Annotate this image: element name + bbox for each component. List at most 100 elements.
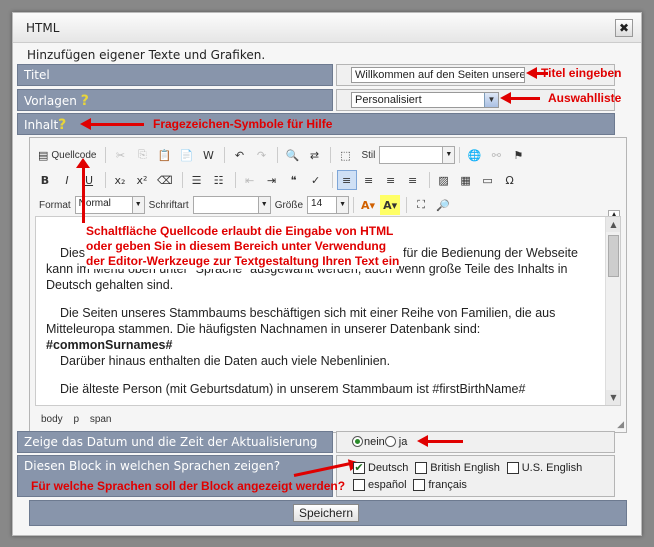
label-nein: nein <box>364 435 385 448</box>
chevron-down-icon: ▼ <box>336 197 349 213</box>
close-button[interactable]: ✖ <box>615 19 633 37</box>
radio-ja[interactable] <box>384 436 396 447</box>
help-icon[interactable]: ? <box>58 117 66 133</box>
dialog-titlebar: HTML ✖ <box>13 13 641 43</box>
subscript-icon[interactable]: x₂ <box>110 170 130 190</box>
size-value: 14 <box>311 198 323 209</box>
element-path: body p span <box>35 411 621 429</box>
undo-icon[interactable]: ↶ <box>229 145 249 165</box>
save-bar: Speichern <box>29 500 627 526</box>
dialog-intro: Hinzufügen eigener Texte und Grafiken. <box>27 48 266 62</box>
replace-icon[interactable]: ⇄ <box>304 145 324 165</box>
label-deutsch: Deutsch <box>368 461 409 474</box>
indent-icon[interactable]: ⇥ <box>262 170 282 190</box>
align-right-icon[interactable]: ≡ <box>381 170 401 190</box>
size-combo[interactable]: 14 ▼ <box>307 196 350 214</box>
image-icon[interactable]: ▨ <box>434 170 454 190</box>
checkbox-deutsch[interactable]: ✔ <box>353 461 365 474</box>
font-label: Schriftart <box>148 199 189 211</box>
resize-handle-icon[interactable]: ◢ <box>617 420 624 430</box>
style-combo[interactable]: ▼ <box>379 146 456 164</box>
maximize-icon[interactable]: ⛶ <box>411 195 431 215</box>
blockquote-icon[interactable]: ❝ <box>284 170 304 190</box>
annotation-help: Fragezeichen-Symbole für Hilfe <box>153 117 333 131</box>
table-icon[interactable]: ▦ <box>456 170 476 190</box>
vorlagen-value: Personalisiert <box>355 94 422 106</box>
paste-word-icon[interactable]: W <box>198 145 218 165</box>
vorlagen-label: Vorlagen ? <box>17 89 333 111</box>
align-center-icon[interactable]: ≡ <box>359 170 379 190</box>
format-combo[interactable]: Normal ▼ <box>74 196 145 214</box>
style-label: Stil <box>361 149 376 161</box>
document-icon: ▤ <box>38 148 49 162</box>
annotation-languages: Für welche Sprachen soll der Block angez… <box>31 479 346 493</box>
numbered-list-icon[interactable]: ☰ <box>187 170 207 190</box>
copy-icon[interactable]: ⎘ <box>132 145 152 165</box>
arrow-source-head <box>76 158 90 168</box>
paste-text-icon[interactable]: 📄 <box>176 145 196 165</box>
italic-icon[interactable]: I <box>57 170 77 190</box>
html-editor: ▤ Quellcode ✂ ⎘ 📋 📄 W ↶ ↷ 🔍 ⇄ ⬚ Stil ▼ 🌐 … <box>29 137 627 433</box>
chevron-down-icon[interactable]: ▼ <box>484 93 498 107</box>
toolbar-row-2: B I U x₂ x² ⌫ ☰ ☷ ⇤ ⇥ ❝ ✓ ≡ ≡ ≡ ≡ ▨ ▦ ▭ … <box>35 169 522 191</box>
anchor-icon[interactable]: ⚑ <box>508 145 528 165</box>
format-label: Format <box>39 199 71 211</box>
help-icon[interactable]: ? <box>81 93 89 109</box>
select-all-icon[interactable]: ⬚ <box>335 145 355 165</box>
arrow-datetime <box>417 435 463 447</box>
chevron-down-icon: ▼ <box>257 197 270 213</box>
label-us-english: U.S. English <box>521 461 583 474</box>
annotation-vorlagen: Auswahlliste <box>548 91 622 105</box>
editor-scrollbar[interactable]: ▲ ▼ <box>605 217 620 405</box>
scroll-up-icon[interactable]: ▲ <box>606 217 620 232</box>
bulleted-list-icon[interactable]: ☷ <box>209 170 229 190</box>
superscript-icon[interactable]: x² <box>132 170 152 190</box>
scroll-thumb[interactable] <box>608 235 619 277</box>
checkbox-espanol[interactable] <box>353 478 365 491</box>
show-blocks-icon[interactable]: 🔎 <box>433 195 453 215</box>
language-options-row1: ✔ Deutsch British English U.S. English <box>353 460 582 474</box>
annotation-source: Schaltfläche Quellcode erlaubt die Einga… <box>86 224 400 269</box>
checkbox-british-english[interactable] <box>415 461 428 474</box>
arrow-help <box>80 118 144 130</box>
link-icon[interactable]: 🌐 <box>464 145 484 165</box>
label-francais: français <box>428 478 467 491</box>
radio-nein[interactable] <box>352 436 363 447</box>
toolbar-row-3: Format Normal ▼ Schriftart ▼ Größe 14 ▼ A▾… <box>35 194 455 216</box>
annotation-titel: Titel eingeben <box>541 66 622 80</box>
bold-icon[interactable]: B <box>35 170 55 190</box>
dialog-title: HTML <box>26 21 60 35</box>
special-char-icon[interactable]: Ω <box>500 170 520 190</box>
remove-format-icon[interactable]: ⌫ <box>154 170 176 190</box>
chevron-down-icon: ▼ <box>131 197 144 213</box>
titel-label: Titel <box>17 64 333 86</box>
label-ja: ja <box>398 435 408 448</box>
outdent-icon[interactable]: ⇤ <box>240 170 260 190</box>
horizontal-rule-icon[interactable]: ▭ <box>478 170 498 190</box>
save-button[interactable]: Speichern <box>293 504 359 522</box>
paste-icon[interactable]: 📋 <box>154 145 174 165</box>
paragraph-3: Die älteste Person (mit Geburtsdatum) in… <box>60 382 526 396</box>
unlink-icon[interactable]: ⚯ <box>486 145 506 165</box>
text-color-icon[interactable]: A▾ <box>358 195 378 215</box>
vorlagen-select[interactable]: Personalisiert ▼ <box>351 92 499 108</box>
find-icon[interactable]: 🔍 <box>282 145 302 165</box>
arrow-vorlagen <box>500 92 540 104</box>
font-combo[interactable]: ▼ <box>192 196 271 214</box>
titel-input[interactable]: Willkommen auf den Seiten unseres <box>351 67 525 83</box>
datetime-label: Zeige das Datum und die Zeit der Aktuali… <box>17 431 333 453</box>
align-left-icon[interactable]: ≡ <box>336 170 357 190</box>
redo-icon[interactable]: ↷ <box>251 145 271 165</box>
path-p[interactable]: p <box>73 414 79 425</box>
paragraph-2: Die Seiten unseres Stammbaums beschäftig… <box>46 306 556 368</box>
label-espanol: español <box>368 478 407 491</box>
cut-icon[interactable]: ✂ <box>110 145 130 165</box>
bg-color-icon[interactable]: A▾ <box>380 195 401 215</box>
align-justify-icon[interactable]: ≡ <box>403 170 423 190</box>
scroll-down-icon[interactable]: ▼ <box>606 390 620 405</box>
checkbox-us-english[interactable] <box>506 461 519 474</box>
path-body[interactable]: body <box>41 414 63 425</box>
spellcheck-icon[interactable]: ✓ <box>306 170 326 190</box>
checkbox-francais[interactable] <box>413 478 426 491</box>
path-span[interactable]: span <box>90 414 112 425</box>
